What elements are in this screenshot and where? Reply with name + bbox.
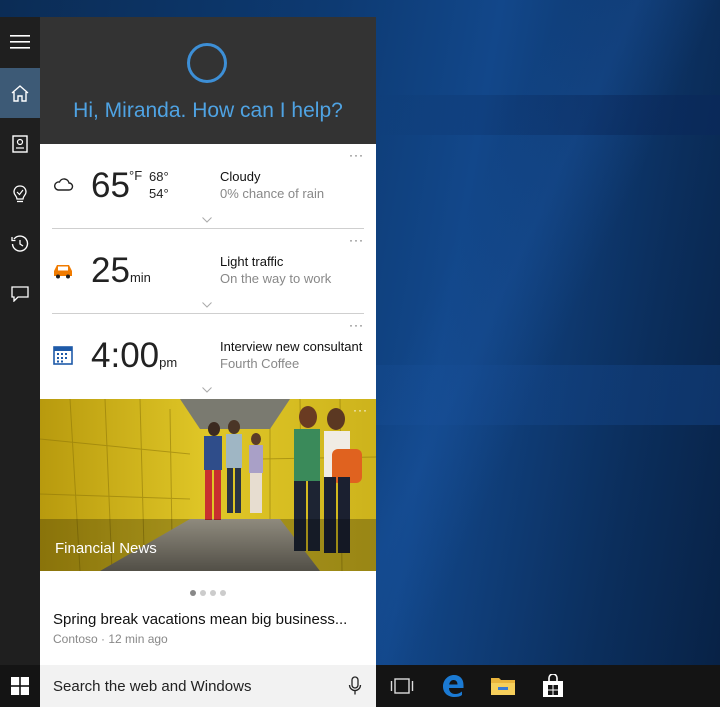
cloud-icon <box>54 178 74 191</box>
cortana-cards: ··· 65 °F 68° 54° Cloudy 0% chance of ra… <box>40 144 376 399</box>
weather-detail: 0% chance of rain <box>220 186 325 201</box>
cortana-header: Hi, Miranda. How can I help? <box>40 17 376 144</box>
edge-icon <box>443 675 464 697</box>
news-pager[interactable] <box>40 583 376 601</box>
start-button[interactable] <box>0 665 40 707</box>
news-headline[interactable]: Spring break vacations mean big business… <box>53 611 347 628</box>
chevron-down-icon[interactable] <box>202 387 212 393</box>
cortana-nav-rail <box>0 17 40 665</box>
home-button[interactable] <box>0 68 40 118</box>
traffic-detail: On the way to work <box>220 271 332 286</box>
calendar-card[interactable]: ··· 4:00pm Interview new consultant Four… <box>40 314 376 399</box>
store-icon <box>543 674 563 697</box>
microphone-icon[interactable] <box>348 676 362 696</box>
task-view-icon <box>390 678 414 694</box>
weather-more-button[interactable]: ··· <box>349 148 364 162</box>
news-image[interactable]: ··· Financial News <box>40 399 376 571</box>
news-category: Financial News <box>55 540 157 557</box>
chevron-down-icon[interactable] <box>202 217 212 223</box>
hamburger-menu-icon <box>10 35 30 49</box>
calendar-icon <box>53 346 73 365</box>
search-input[interactable]: Search the web and Windows <box>40 665 376 707</box>
reminders-button[interactable] <box>0 169 40 219</box>
chevron-down-icon[interactable] <box>202 302 212 308</box>
traffic-condition: Light traffic <box>220 254 284 269</box>
pager-dot[interactable] <box>220 590 226 596</box>
home-icon <box>11 84 29 102</box>
cortana-ring-icon[interactable] <box>187 43 227 83</box>
windows-logo-icon <box>11 677 29 695</box>
news-meta: Contoso · 12 min ago <box>53 632 168 646</box>
taskbar: Search the web and Windows <box>0 665 720 707</box>
greeting-text: Hi, Miranda. How can I help? <box>73 99 343 122</box>
notebook-button[interactable] <box>0 119 40 169</box>
traffic-minutes: 25min <box>91 251 151 290</box>
lightbulb-icon <box>13 184 27 202</box>
file-explorer-icon <box>491 678 515 695</box>
traffic-card[interactable]: ··· 25min Light traffic On the way to wo… <box>40 229 376 314</box>
calendar-time: 4:00pm <box>91 336 178 375</box>
feedback-icon <box>11 286 29 302</box>
search-placeholder: Search the web and Windows <box>53 678 252 695</box>
weather-unit: °F <box>129 168 143 183</box>
store-button[interactable] <box>540 673 566 699</box>
notebook-icon <box>12 135 28 153</box>
calendar-more-button[interactable]: ··· <box>349 318 364 332</box>
history-icon <box>11 235 29 252</box>
hamburger-menu-button[interactable] <box>0 17 40 67</box>
pager-dot[interactable] <box>200 590 206 596</box>
calendar-detail: Fourth Coffee <box>220 356 300 371</box>
car-icon <box>54 265 72 279</box>
calendar-title: Interview new consultant <box>220 339 363 354</box>
task-view-button[interactable] <box>389 673 415 699</box>
pager-dot[interactable] <box>190 590 196 596</box>
weather-card[interactable]: ··· 65 °F 68° 54° Cloudy 0% chance of ra… <box>40 144 376 229</box>
traffic-more-button[interactable]: ··· <box>349 233 364 247</box>
file-explorer-button[interactable] <box>490 673 516 699</box>
edge-button[interactable] <box>440 673 466 699</box>
weather-high: 68° <box>149 169 169 184</box>
feedback-button[interactable] <box>0 269 40 319</box>
weather-temperature: 65 <box>91 166 130 205</box>
news-more-button[interactable]: ··· <box>353 403 368 417</box>
history-button[interactable] <box>0 219 40 269</box>
pager-dot[interactable] <box>210 590 216 596</box>
weather-condition: Cloudy <box>220 169 261 184</box>
weather-low: 54° <box>149 186 169 201</box>
news-card[interactable]: Spring break vacations mean big business… <box>40 571 376 665</box>
